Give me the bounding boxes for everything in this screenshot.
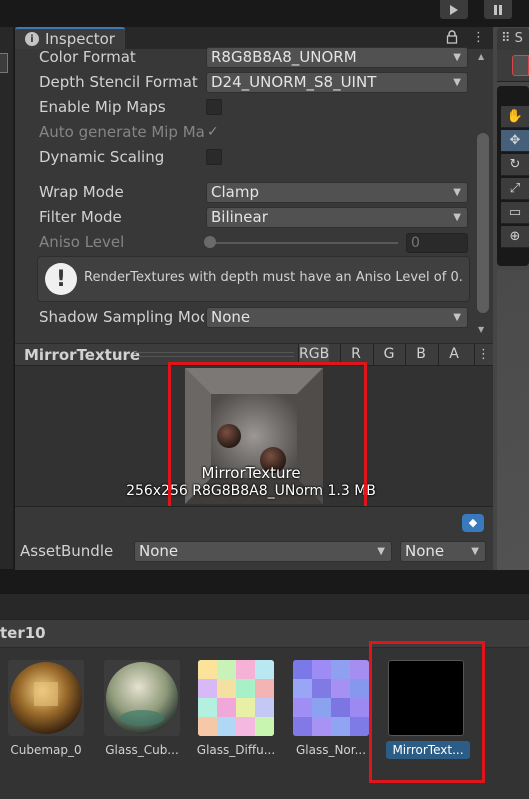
scale-tool-icon[interactable]: ⤢: [501, 178, 529, 200]
aniso-level-field[interactable]: 0: [406, 233, 468, 253]
aniso-slider-track[interactable]: [208, 242, 398, 244]
shadow-sampling-dropdown[interactable]: None ▼: [206, 307, 468, 328]
highlight-box-preview: [168, 362, 367, 520]
left-panel-tab[interactable]: [0, 53, 8, 73]
panel-divider: [0, 570, 529, 594]
channel-a-button[interactable]: A: [438, 344, 469, 365]
wrap-mode-dropdown[interactable]: Clamp ▼: [206, 182, 468, 203]
asset-label[interactable]: Glass_Diffu...: [194, 741, 278, 759]
asset-label[interactable]: Glass_Cub...: [100, 741, 184, 759]
wrap-mode-value: Clamp: [211, 183, 259, 201]
auto-mip-checkbox[interactable]: ✓: [207, 124, 223, 140]
filter-mode-dropdown[interactable]: Bilinear ▼: [206, 207, 468, 228]
chevron-down-icon: ▼: [453, 52, 461, 63]
info-icon: i: [25, 32, 39, 46]
left-panel-edge: [0, 27, 14, 569]
pause-button[interactable]: [484, 0, 512, 19]
preview-title: MirrorTexture: [24, 346, 141, 364]
preview-drag-handle[interactable]: [134, 352, 294, 357]
chevron-down-icon: ▼: [471, 546, 479, 557]
color-format-label: Color Format: [39, 48, 136, 66]
asset-thumbnail-cubemap[interactable]: [8, 660, 84, 736]
scroll-up-icon[interactable]: ▲: [478, 52, 484, 61]
tab-scene-label: S: [514, 31, 523, 46]
preview-menu-icon[interactable]: ⋮: [474, 344, 492, 365]
filter-mode-label: Filter Mode: [39, 208, 122, 226]
tag-icon[interactable]: ◆: [462, 514, 484, 532]
asset-bundle-value: None: [139, 542, 179, 560]
lock-icon[interactable]: [446, 30, 460, 46]
dynamic-scaling-checkbox[interactable]: [206, 149, 222, 165]
depth-stencil-label: Depth Stencil Format: [39, 73, 198, 91]
chevron-down-icon: ▼: [453, 212, 461, 223]
enable-mip-maps-checkbox[interactable]: [206, 99, 222, 115]
asset-label[interactable]: Cubemap_0: [4, 741, 88, 759]
asset-variant-dropdown[interactable]: None ▼: [400, 541, 486, 562]
asset-bundle-dropdown[interactable]: None ▼: [134, 541, 392, 562]
play-icon: [450, 4, 458, 15]
asset-label[interactable]: Glass_Nor...: [289, 741, 373, 759]
hand-tool-icon[interactable]: ✋: [501, 106, 529, 128]
depth-stencil-dropdown[interactable]: D24_UNORM_S8_UINT ▼: [206, 72, 468, 93]
filter-mode-value: Bilinear: [211, 208, 268, 226]
channel-b-button[interactable]: B: [405, 344, 436, 365]
chevron-down-icon: ▼: [453, 77, 461, 88]
breadcrumb-folder[interactable]: ter10: [0, 624, 46, 642]
depth-stencil-value: D24_UNORM_S8_UINT: [211, 73, 377, 91]
highlight-box-asset: [369, 641, 485, 783]
play-button[interactable]: [440, 0, 468, 19]
asset-thumbnail-glass-cubemap[interactable]: [104, 660, 180, 736]
shadow-sampling-value: None: [211, 308, 251, 326]
inspector-scrollbar[interactable]: [477, 133, 489, 313]
asset-thumbnail-glass-diffuse[interactable]: [198, 660, 274, 736]
aniso-slider-handle[interactable]: [204, 236, 216, 248]
dynamic-scaling-label: Dynamic Scaling: [39, 148, 165, 166]
warning-text: RenderTextures with depth must have an A…: [84, 270, 463, 285]
asset-variant-value: None: [405, 542, 445, 560]
chevron-down-icon: ▼: [453, 312, 461, 323]
shadow-sampling-label: Shadow Sampling Moc: [39, 308, 204, 326]
channel-g-button[interactable]: G: [373, 344, 404, 365]
chevron-down-icon: ▼: [377, 546, 385, 557]
tab-scene[interactable]: ⠿ S: [497, 28, 529, 50]
asset-thumbnail-glass-normal[interactable]: [293, 660, 369, 736]
pause-icon: [494, 4, 502, 15]
kebab-menu-icon[interactable]: ⋮: [472, 30, 485, 46]
aniso-level-label: Aniso Level: [39, 233, 125, 251]
project-toolbar: [0, 594, 529, 620]
scroll-down-icon[interactable]: ▼: [478, 325, 484, 334]
auto-mip-label: Auto generate Mip Map: [39, 123, 204, 141]
asset-bundle-label: AssetBundle: [20, 542, 114, 560]
move-tool-icon[interactable]: ✥: [501, 130, 529, 152]
enable-mip-maps-label: Enable Mip Maps: [39, 98, 166, 116]
rect-tool-icon[interactable]: ▭: [501, 202, 529, 224]
grid-icon: ⠿: [501, 31, 511, 46]
rotate-tool-icon[interactable]: ↻: [501, 154, 529, 176]
wrap-mode-label: Wrap Mode: [39, 183, 124, 201]
color-format-dropdown[interactable]: R8G8B8A8_UNORM ▼: [206, 47, 468, 68]
color-format-value: R8G8B8A8_UNORM: [211, 48, 357, 66]
chevron-down-icon: ▼: [453, 187, 461, 198]
warning-icon: !: [45, 263, 77, 295]
scene-view[interactable]: [497, 270, 529, 570]
transform-tool-icon[interactable]: ⊕: [501, 226, 529, 248]
scene-search-button[interactable]: [512, 55, 529, 76]
